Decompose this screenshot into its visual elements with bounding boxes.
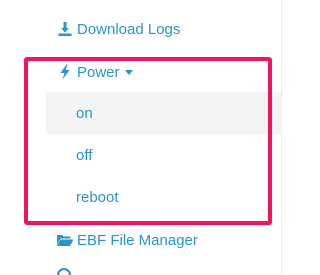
submenu-item-label: on bbox=[76, 104, 93, 122]
menu-item-ebf-file-manager[interactable]: EBF File Manager bbox=[56, 225, 198, 255]
sidebar-menu-panel: Download Logs Power on off reboot EBF Fi… bbox=[0, 0, 297, 275]
folder-open-icon bbox=[56, 231, 74, 249]
submenu-item-reboot[interactable]: reboot bbox=[46, 176, 281, 218]
lightning-icon bbox=[56, 63, 74, 81]
submenu-item-label: reboot bbox=[76, 188, 119, 206]
power-submenu: on off reboot bbox=[46, 92, 281, 218]
menu-item-label: Download Logs bbox=[77, 20, 181, 38]
menu-item-power[interactable]: Power bbox=[56, 57, 133, 87]
cutoff-menu-icon bbox=[57, 268, 71, 275]
download-icon bbox=[56, 20, 74, 38]
menu-item-label: Power bbox=[77, 63, 120, 81]
submenu-item-label: off bbox=[76, 146, 93, 164]
content-edge bbox=[281, 0, 297, 275]
menu-item-label: EBF File Manager bbox=[77, 231, 198, 249]
submenu-item-on[interactable]: on bbox=[46, 92, 281, 134]
submenu-item-off[interactable]: off bbox=[46, 134, 281, 176]
caret-down-icon bbox=[124, 69, 133, 75]
menu-item-download-logs[interactable]: Download Logs bbox=[56, 14, 180, 44]
